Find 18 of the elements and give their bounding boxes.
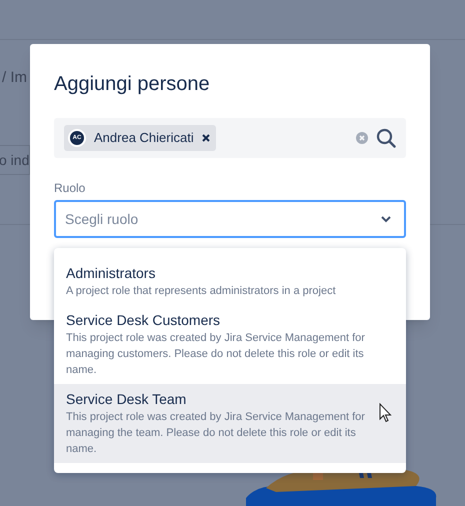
search-icon[interactable]	[376, 128, 396, 148]
role-select[interactable]: Scegli ruolo	[54, 200, 406, 238]
option-title: Service Desk Team	[66, 390, 188, 408]
role-option[interactable]: Service Desk Team This project role was created by Jira Service Management for managing the team. Please do not delete this role or edit its name.	[54, 384, 406, 463]
option-description: This project role was created by Jira Service Management for managing the team. Please do not delete this role or edit its name.	[66, 410, 366, 457]
breadcrumb: / Im	[2, 68, 27, 88]
role-option[interactable]: Administrators A project role that represents administrators in a project	[54, 258, 406, 305]
mouse-cursor-icon	[379, 403, 392, 423]
role-option[interactable]: Service Desk Customers This project role was created by Jira Service Management for managing customers. Please do not delete this role or edit its name.	[54, 305, 406, 384]
field-label: Ruolo	[54, 180, 86, 196]
chevron-down-icon	[381, 216, 391, 222]
option-title: Service Desk Customers	[66, 311, 222, 329]
option-title: Administrators	[66, 264, 156, 282]
dialog-title: Aggiungi persone	[54, 72, 211, 96]
option-description: A project role that represents administrators in a project	[66, 284, 337, 299]
person-name: Andrea Chiericati	[94, 129, 194, 148]
option-description: This project role was created by Jira Service Management for managing customers. Please do not delete this role or edit its name.	[66, 331, 366, 378]
remove-icon[interactable]	[202, 134, 210, 142]
